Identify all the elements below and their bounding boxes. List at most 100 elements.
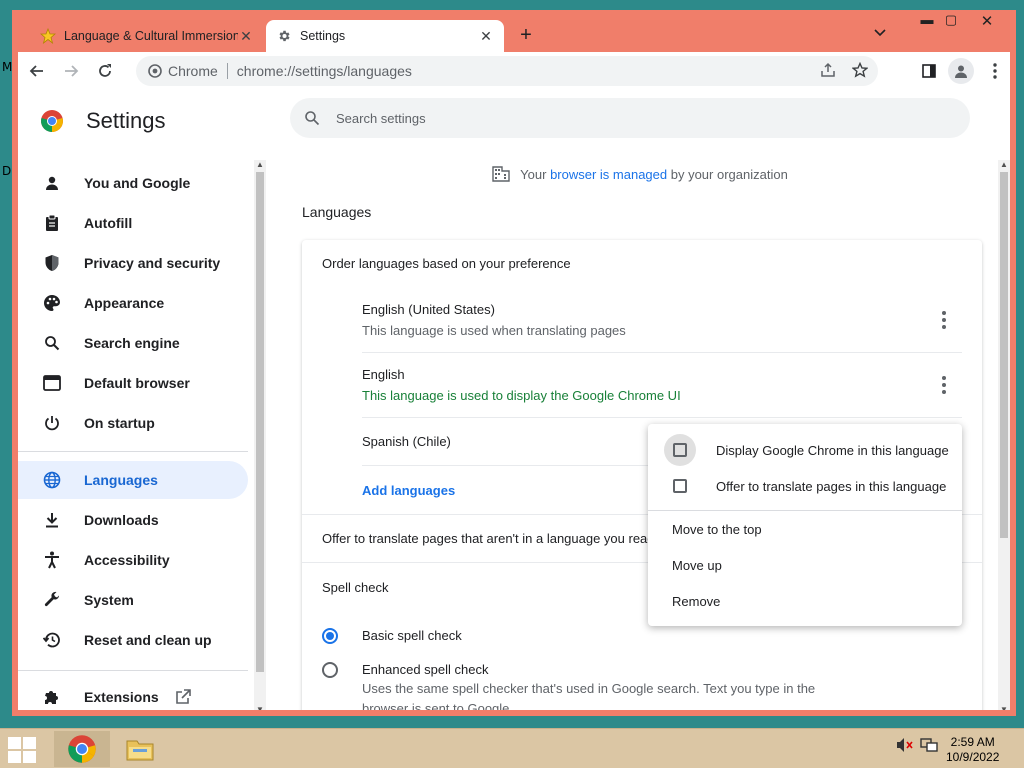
- site-info-chip[interactable]: Chrome: [148, 63, 218, 79]
- url-text[interactable]: chrome://settings/languages: [237, 63, 412, 79]
- sidebar-item-you-and-google[interactable]: You and Google: [18, 164, 248, 202]
- scroll-up-arrow[interactable]: ▲: [1000, 160, 1008, 169]
- side-panel-icon[interactable]: [916, 58, 942, 84]
- enhanced-spell-check-radio[interactable]: [322, 662, 338, 678]
- history-icon: [42, 630, 62, 650]
- sidebar-item-autofill[interactable]: Autofill: [18, 204, 248, 242]
- search-icon: [42, 333, 62, 353]
- close-tab-icon[interactable]: ✕: [238, 28, 254, 45]
- basic-spell-check-label[interactable]: Basic spell check: [362, 628, 462, 643]
- menu-item-label: Display Google Chrome in this language: [716, 442, 949, 458]
- managed-notice: Your browser is managed by your organiza…: [290, 166, 990, 182]
- share-icon[interactable]: [820, 62, 836, 78]
- add-languages-button[interactable]: Add languages: [362, 483, 455, 498]
- sidebar-item-appearance[interactable]: Appearance: [18, 284, 248, 322]
- browser-icon: [42, 373, 62, 393]
- sidebar-item-extensions[interactable]: Extensions: [18, 678, 248, 710]
- volume-muted-icon[interactable]: [896, 737, 914, 756]
- tab-settings[interactable]: Settings ✕: [266, 20, 504, 52]
- scrollbar-thumb[interactable]: [1000, 172, 1008, 538]
- menu-item-display-chrome[interactable]: Display Google Chrome in this language: [664, 434, 949, 466]
- sidebar-item-search-engine[interactable]: Search engine: [18, 324, 248, 362]
- taskbar-file-explorer[interactable]: [112, 731, 168, 767]
- sidebar-item-label: Autofill: [84, 215, 133, 231]
- sidebar-item-accessibility[interactable]: Accessibility: [18, 541, 248, 579]
- back-button[interactable]: [22, 56, 52, 86]
- desktop-icon-label: M: [2, 60, 13, 74]
- sidebar-item-label: You and Google: [84, 175, 191, 191]
- close-tab-icon[interactable]: ✕: [478, 28, 494, 45]
- building-icon: [492, 166, 510, 182]
- sidebar-item-label: Default browser: [84, 375, 190, 391]
- taskbar: 2:59 AM 10/9/2022: [0, 728, 1024, 768]
- sidebar-divider: [18, 451, 248, 452]
- bookmark-star-icon[interactable]: [852, 62, 868, 78]
- forward-button[interactable]: [56, 56, 86, 86]
- sidebar-item-label: Reset and clean up: [84, 632, 212, 648]
- language-context-menu: Display Google Chrome in this language O…: [648, 424, 962, 626]
- offer-translate-checkbox[interactable]: [664, 470, 696, 502]
- reload-button[interactable]: [90, 56, 120, 86]
- open-external-icon: [175, 689, 191, 705]
- profile-avatar[interactable]: [948, 58, 974, 84]
- download-icon: [42, 510, 62, 530]
- main-scrollbar[interactable]: ▲ ▼: [998, 160, 1010, 710]
- address-bar[interactable]: Chrome chrome://settings/languages: [136, 56, 878, 86]
- maximize-button[interactable]: ▢: [936, 12, 966, 34]
- chrome-logo-icon: [68, 735, 96, 763]
- chevron-down-icon[interactable]: [874, 26, 886, 40]
- enhanced-spell-check-label[interactable]: Enhanced spell check: [362, 662, 488, 677]
- language-more-button[interactable]: [936, 375, 952, 395]
- chrome-logo-icon: [41, 110, 63, 132]
- spell-check-title: Spell check: [322, 580, 389, 595]
- enhanced-spell-check-desc: Uses the same spell checker that's used …: [362, 681, 816, 710]
- start-button[interactable]: [8, 737, 38, 763]
- sidebar-item-system[interactable]: System: [18, 581, 248, 619]
- gear-icon: [276, 28, 292, 44]
- clock-date: 10/9/2022: [946, 750, 1000, 764]
- settings-sidebar: You and Google Autofill Privacy and secu…: [18, 160, 266, 710]
- language-item-en: English This language is used to display…: [362, 367, 681, 403]
- system-clock[interactable]: 2:59 AM 10/9/2022: [946, 735, 999, 765]
- tab-strip: Language & Cultural Immersion ✕ Settings…: [12, 10, 1016, 52]
- managed-link[interactable]: browser is managed: [550, 167, 667, 182]
- menu-item-move-top[interactable]: Move to the top: [672, 522, 762, 537]
- browser-window: Language & Cultural Immersion ✕ Settings…: [12, 10, 1016, 716]
- menu-separator: [648, 510, 962, 511]
- language-more-button[interactable]: [936, 310, 952, 330]
- scroll-up-arrow[interactable]: ▲: [256, 160, 264, 169]
- tab-language-immersion[interactable]: Language & Cultural Immersion ✕: [30, 20, 264, 52]
- menu-item-move-up[interactable]: Move up: [672, 558, 722, 573]
- sidebar-item-default-browser[interactable]: Default browser: [18, 364, 248, 402]
- sidebar-item-languages[interactable]: Languages: [18, 461, 248, 499]
- close-window-button[interactable]: ✕: [970, 12, 1004, 34]
- sidebar-scrollbar[interactable]: ▲ ▼: [254, 160, 266, 710]
- new-tab-button[interactable]: +: [514, 24, 538, 47]
- menu-item-remove[interactable]: Remove: [672, 594, 720, 609]
- more-menu-icon[interactable]: [982, 58, 1008, 84]
- scroll-down-arrow[interactable]: ▼: [256, 705, 264, 710]
- taskbar-chrome[interactable]: [54, 731, 110, 767]
- sidebar-item-reset[interactable]: Reset and clean up: [18, 621, 248, 659]
- page-title: Settings: [86, 108, 166, 133]
- language-name: English: [362, 367, 405, 382]
- sidebar-item-label: Search engine: [84, 335, 180, 351]
- language-name: English (United States): [362, 302, 495, 317]
- power-icon: [42, 413, 62, 433]
- sidebar-item-downloads[interactable]: Downloads: [18, 501, 248, 539]
- basic-spell-check-radio[interactable]: [322, 628, 338, 644]
- sidebar-item-label: System: [84, 592, 134, 608]
- desktop-icon-label: D: [2, 164, 12, 178]
- network-icon[interactable]: [920, 737, 938, 756]
- divider: [362, 417, 962, 418]
- sidebar-item-label: Privacy and security: [84, 255, 221, 271]
- reload-icon: [99, 64, 111, 77]
- menu-item-offer-translate[interactable]: Offer to translate pages in this languag…: [672, 470, 946, 502]
- settings-header: Settings: [40, 108, 166, 134]
- sidebar-item-privacy[interactable]: Privacy and security: [18, 244, 248, 282]
- display-chrome-checkbox[interactable]: [664, 434, 696, 466]
- scroll-down-arrow[interactable]: ▼: [1000, 705, 1008, 710]
- sidebar-item-on-startup[interactable]: On startup: [18, 404, 248, 442]
- search-settings-input[interactable]: Search settings: [290, 98, 970, 138]
- scrollbar-thumb[interactable]: [256, 172, 264, 672]
